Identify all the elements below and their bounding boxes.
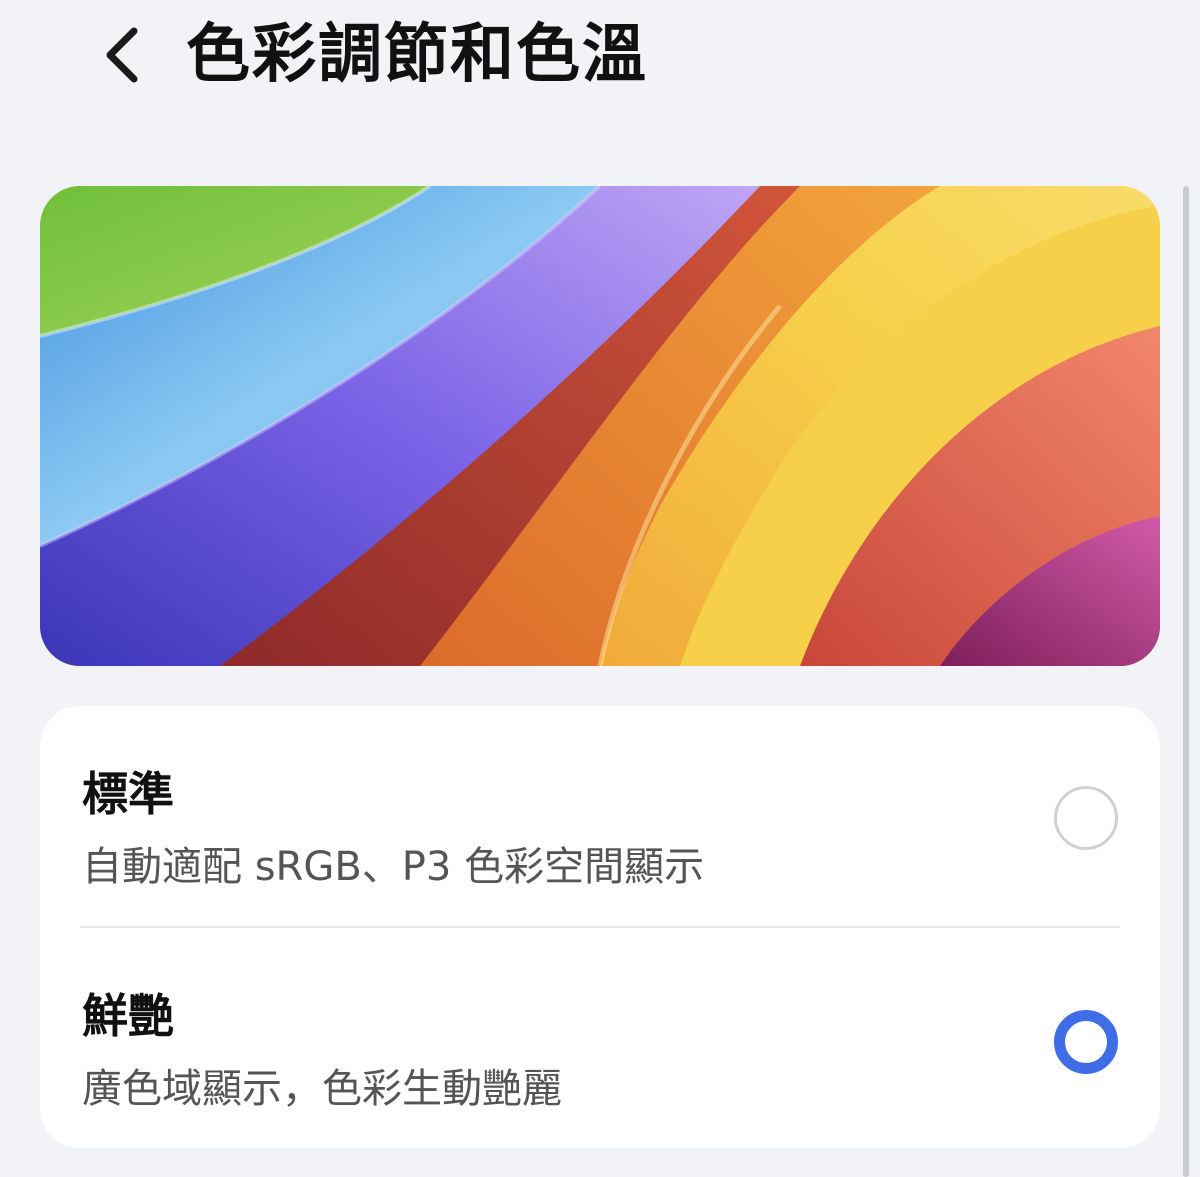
- option-standard-radio[interactable]: [1054, 786, 1118, 850]
- option-vivid-radio[interactable]: [1054, 1010, 1118, 1074]
- option-standard-title: 標準: [82, 767, 174, 821]
- option-vivid[interactable]: 鮮艷 廣色域顯示，色彩生動艷麗: [40, 928, 1160, 1148]
- back-button[interactable]: [82, 10, 162, 100]
- color-preview-banner: [40, 186, 1160, 666]
- chevron-left-icon: [106, 27, 138, 83]
- option-standard[interactable]: 標準 自動適配 sRGB、P3 色彩空間顯示: [40, 706, 1160, 926]
- option-vivid-subtitle: 廣色域顯示，色彩生動艷麗: [82, 1066, 562, 1112]
- header-bar: 色彩調節和色溫: [0, 0, 1200, 120]
- display-mode-card: 標準 自動適配 sRGB、P3 色彩空間顯示 鮮艷 廣色域顯示，色彩生動艷麗: [40, 706, 1160, 1148]
- scrollbar[interactable]: [1183, 186, 1189, 1177]
- option-standard-subtitle: 自動適配 sRGB、P3 色彩空間顯示: [82, 844, 705, 890]
- option-vivid-title: 鮮艷: [82, 989, 174, 1043]
- page-title: 色彩調節和色溫: [186, 18, 648, 92]
